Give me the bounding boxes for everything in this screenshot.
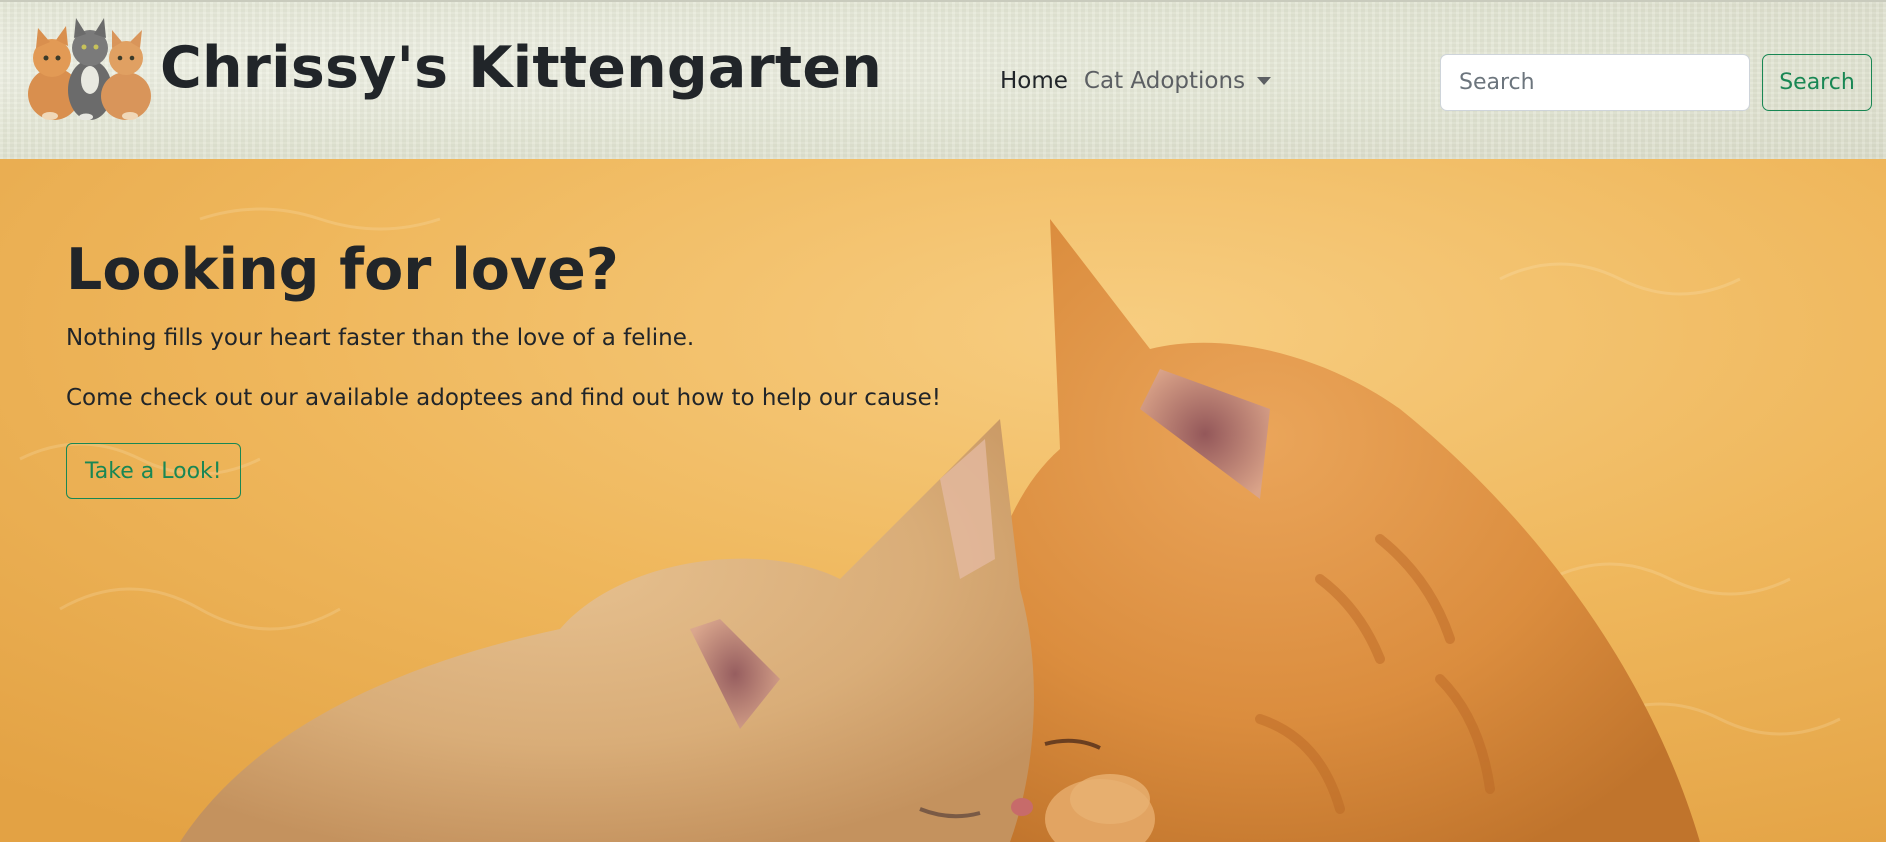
hero-text-1: Nothing fills your heart faster than the… bbox=[66, 324, 695, 351]
search-input[interactable] bbox=[1440, 54, 1750, 111]
nav-links: Home Cat Adoptions bbox=[1000, 68, 1287, 94]
nav-item-home[interactable]: Home bbox=[1000, 68, 1068, 94]
hero-section: Looking for love? Nothing fills your hea… bbox=[0, 159, 1886, 842]
caret-down-icon bbox=[1257, 77, 1272, 85]
hero-title: Looking for love? bbox=[66, 237, 619, 303]
three-kittens-logo-icon bbox=[28, 18, 151, 120]
navbar: Chrissy's Kittengarten Home Cat Adoption… bbox=[0, 0, 1886, 159]
nav-item-cat-adoptions-label: Cat Adoptions bbox=[1083, 68, 1246, 94]
brand-name: Chrissy's Kittengarten bbox=[160, 35, 882, 101]
take-a-look-button[interactable]: Take a Look! bbox=[66, 443, 241, 500]
hero-text-2: Come check out our available adoptees an… bbox=[66, 384, 941, 411]
nav-item-cat-adoptions[interactable]: Cat Adoptions bbox=[1083, 68, 1272, 94]
search-button[interactable]: Search bbox=[1762, 54, 1872, 111]
brand-link[interactable]: Chrissy's Kittengarten bbox=[20, 16, 882, 120]
hero-content: Looking for love? Nothing fills your hea… bbox=[66, 237, 966, 500]
search-form: Search bbox=[1440, 54, 1872, 111]
